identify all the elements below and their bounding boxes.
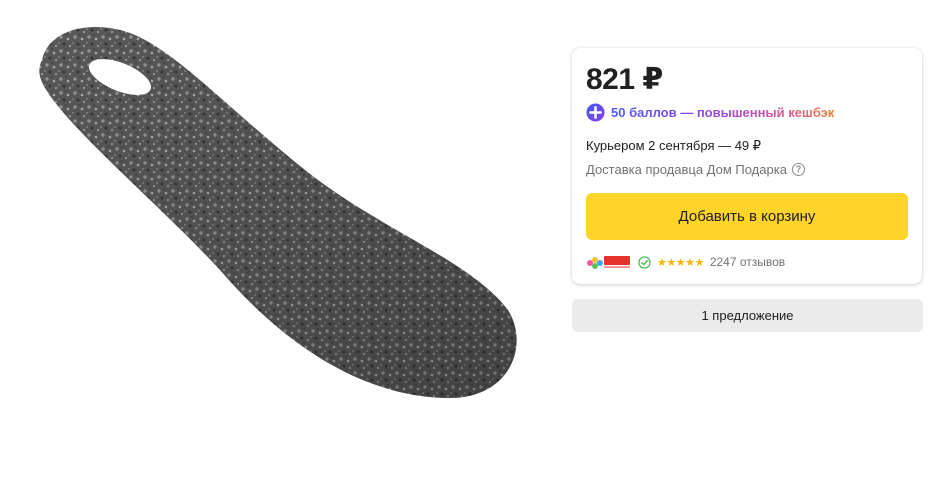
shoehorn-image <box>39 27 517 399</box>
cashback-row[interactable]: 50 баллов — повышенный кешбэк <box>586 102 834 122</box>
offers-count-button[interactable]: 1 предложение <box>572 299 923 332</box>
plus-icon <box>586 102 605 122</box>
rating-stars: ★★★★★ <box>657 256 704 269</box>
product-image[interactable] <box>30 20 530 405</box>
add-to-cart-button[interactable]: Добавить в корзину <box>586 193 908 240</box>
shop-logo <box>587 256 630 269</box>
courier-delivery: Курьером 2 сентября — 49 ₽ <box>586 138 762 153</box>
help-icon[interactable]: ? <box>791 163 805 176</box>
seller-delivery: Доставка продавца Дом Подарка ? <box>586 162 805 177</box>
reviews-link[interactable]: 2247 отзывов <box>710 255 785 269</box>
price: 821 ₽ <box>586 63 663 96</box>
cashback-text: 50 баллов — повышенный кешбэк <box>611 104 835 120</box>
verified-check-icon <box>638 255 651 269</box>
shop-row[interactable]: ★★★★★ 2247 отзывов <box>586 253 785 271</box>
offer-card: 821 ₽ 50 баллов — повышенный кешбэк Курь… <box>572 48 922 284</box>
seller-delivery-text: Доставка продавца Дом Подарка <box>586 162 787 177</box>
